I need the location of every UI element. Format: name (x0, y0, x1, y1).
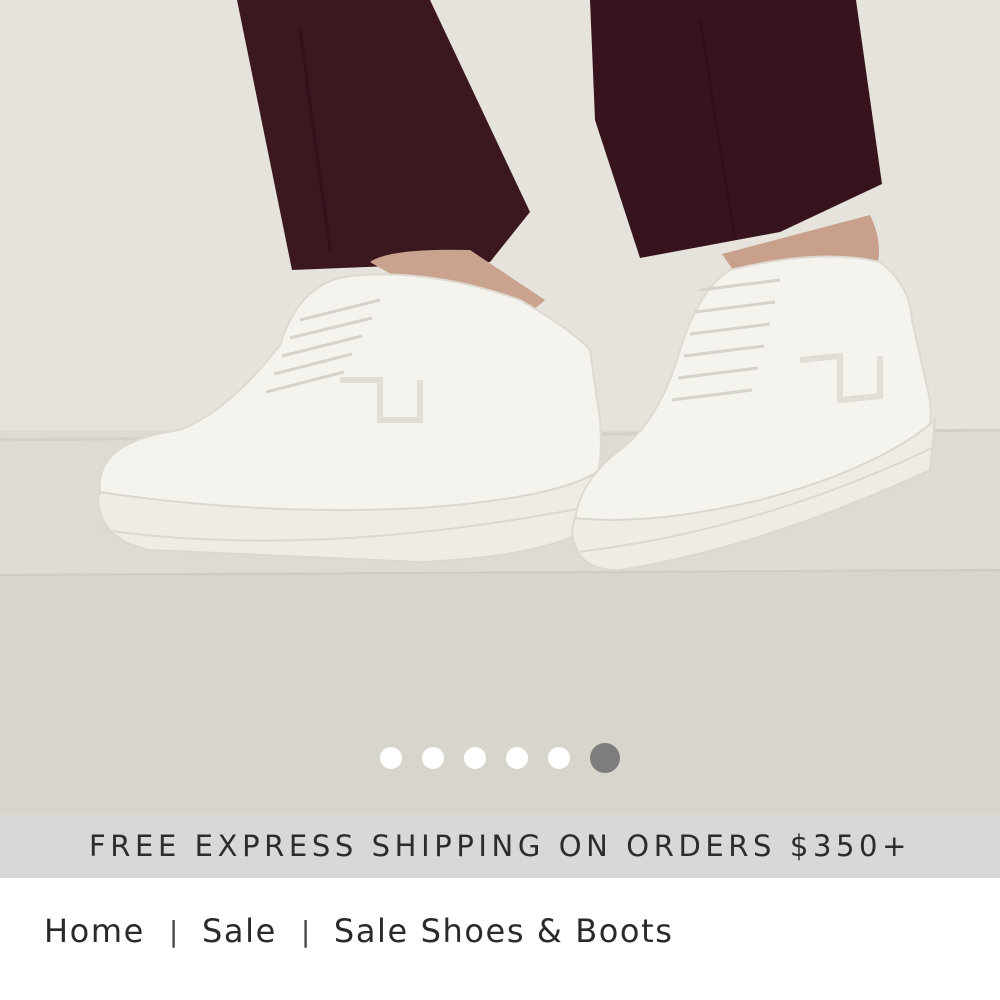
carousel-dot-6-active[interactable] (590, 743, 620, 773)
shipping-promo-text: FREE EXPRESS SHIPPING ON ORDERS $350+ (88, 829, 911, 863)
carousel-pagination (0, 743, 1000, 773)
breadcrumb-home-link[interactable]: Home (44, 912, 145, 950)
shipping-promo-banner[interactable]: FREE EXPRESS SHIPPING ON ORDERS $350+ (0, 814, 1000, 878)
breadcrumb-sale-link[interactable]: Sale (202, 912, 277, 950)
carousel-dot-1[interactable] (380, 747, 402, 769)
product-image-carousel[interactable] (0, 0, 1000, 814)
breadcrumb-separator: | (168, 914, 180, 948)
carousel-dot-2[interactable] (422, 747, 444, 769)
breadcrumb-sale-shoes-boots-link[interactable]: Sale Shoes & Boots (334, 912, 674, 950)
breadcrumb-separator: | (300, 914, 312, 948)
carousel-dot-4[interactable] (506, 747, 528, 769)
carousel-dot-3[interactable] (464, 747, 486, 769)
product-photo (0, 0, 1000, 814)
carousel-dot-5[interactable] (548, 747, 570, 769)
breadcrumb: Home | Sale | Sale Shoes & Boots (44, 906, 674, 956)
